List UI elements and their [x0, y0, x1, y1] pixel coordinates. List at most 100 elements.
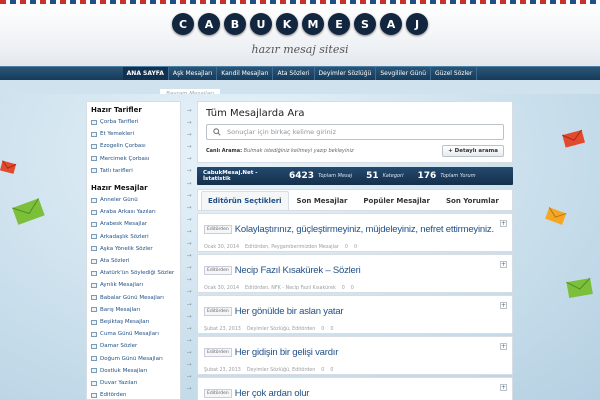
sidebar-link[interactable]: Ezogelin Çorbası: [91, 140, 176, 152]
logo-letter: B: [224, 13, 246, 35]
live-search-text: Bulmak istediğiniz kelimeyi yazıp bekley…: [243, 148, 354, 154]
search-input[interactable]: Sonuçlar için birkaç kelime giriniz: [206, 124, 504, 140]
sidebar-link-label: Damar Sözler: [100, 343, 138, 350]
nav-item[interactable]: Ata Sözleri: [273, 67, 315, 80]
detailed-search-button[interactable]: + Detaylı arama: [442, 145, 504, 157]
expand-icon[interactable]: +: [500, 220, 507, 227]
post-badge[interactable]: Editörden: [204, 225, 232, 234]
post-title[interactable]: Necip Fazıl Kısakürek – Sözleri: [235, 265, 361, 276]
post-categories[interactable]: Deyimler Sözlüğü, Editörden: [247, 327, 315, 332]
arrow-icon: →: [186, 119, 192, 127]
logo-letter: K: [276, 13, 298, 35]
post-comments[interactable]: 0: [351, 286, 354, 291]
post-categories[interactable]: Editörden, Peygamberimizden Mesajlar: [245, 245, 339, 250]
tab[interactable]: Son Yorumlar: [438, 197, 507, 210]
tab[interactable]: Editörün Seçtikleri: [201, 191, 289, 210]
sidebar-link[interactable]: Araba Arkası Yazıları: [91, 206, 176, 218]
list-bullet-icon: [91, 222, 97, 228]
sidebar-link[interactable]: Tatlı tarifleri: [91, 165, 176, 177]
expand-icon[interactable]: +: [500, 261, 507, 268]
sidebar-link[interactable]: Atatürk'ün Söylediği Sözler: [91, 267, 176, 279]
post-date: Ocak 30, 2014: [204, 286, 240, 291]
post-views: 0: [321, 368, 325, 373]
arrow-icon: →: [186, 276, 192, 284]
list-bullet-icon: [91, 246, 97, 252]
sidebar: Hazır Tarifler Çorba Tarifleri Et Yemekle…: [86, 101, 181, 400]
site-logo[interactable]: CABUKMESAJ: [0, 13, 600, 35]
sidebar-link-label: Et Yemekleri: [100, 131, 135, 138]
sidebar-link[interactable]: Beşiktaş Mesajları: [91, 316, 176, 328]
sidebar-link[interactable]: Arkadaşlık Sözleri: [91, 231, 176, 243]
post-badge[interactable]: Editörden: [204, 307, 232, 316]
nav-item[interactable]: Deyimler Sözlüğü: [315, 67, 377, 80]
list-bullet-icon: [91, 119, 97, 125]
nav-item[interactable]: ANA SAYFA: [122, 67, 169, 80]
list-bullet-icon: [91, 209, 97, 215]
sidebar-link[interactable]: Barış Mesajları: [91, 304, 176, 316]
stats-bar: CabukMesaj.Net - İstatistik 6423 Toplam …: [197, 167, 513, 185]
post-badge[interactable]: Editörden: [204, 348, 232, 357]
sidebar-link-label: Araba Arkası Yazıları: [100, 209, 156, 216]
nav-item[interactable]: Sevgililer Günü: [376, 67, 432, 80]
arrow-icon: →: [186, 131, 192, 139]
sidebar-link[interactable]: Ata Sözleri: [91, 255, 176, 267]
stats-categories-label: Kategori: [382, 173, 404, 179]
sidebar-link[interactable]: Ayrılık Mesajları: [91, 279, 176, 291]
post-date: Şubat 23, 2013: [204, 368, 241, 373]
post-title[interactable]: Kolaylaştırınız, güçleştirmeyiniz, müjde…: [235, 224, 494, 235]
post-title[interactable]: Her gidişin bir gelişi vardır: [235, 347, 339, 358]
post-title[interactable]: Her çok ardan olur: [235, 388, 310, 399]
tab[interactable]: Popüler Mesajlar: [355, 197, 438, 210]
post-badge[interactable]: Editörden: [204, 266, 232, 275]
list-bullet-icon: [91, 131, 97, 137]
content-tabs: Editörün Seçtikleri Son Mesajlar Popüler M…: [197, 189, 513, 211]
expand-icon[interactable]: +: [500, 302, 507, 309]
post-meta: Ocak 30, 2014 Editörden, Peygamberimizden…: [204, 245, 506, 250]
post-comments[interactable]: 0: [354, 245, 357, 250]
sidebar-link[interactable]: Anneler Günü: [91, 194, 176, 206]
post-categories[interactable]: Deyimler Sözlüğü, Editörden: [247, 368, 315, 373]
sidebar-link[interactable]: Babalar Günü Mesajları: [91, 292, 176, 304]
nav-item[interactable]: Kandil Mesajları: [217, 67, 274, 80]
arrow-icon: →: [186, 107, 192, 114]
sidebar-link-label: Arabesk Mesajlar: [100, 221, 148, 228]
list-bullet-icon: [91, 295, 97, 301]
post-item: Editörden Her gönülde bir aslan yatar + Şub…: [197, 295, 513, 334]
sidebar-link[interactable]: Editörden: [91, 389, 176, 399]
arrow-icon: →: [186, 348, 192, 356]
sidebar-link[interactable]: Cuma Günü Mesajları: [91, 328, 176, 340]
logo-letter: A: [198, 13, 220, 35]
sidebar-link[interactable]: Çorba Tarifleri: [91, 116, 176, 128]
sidebar-link[interactable]: Et Yemekleri: [91, 128, 176, 140]
tab[interactable]: Son Mesajlar: [289, 197, 356, 210]
post-item: Editörden Her çok ardan olur +: [197, 377, 513, 400]
sub-nav: Bayram Mesajları: [0, 80, 600, 99]
arrow-icon: →: [186, 215, 192, 223]
arrow-icon: →: [186, 191, 192, 199]
sidebar-link-label: Beşiktaş Mesajları: [100, 319, 150, 326]
main-nav: ANA SAYFA Aşk Mesajları Kandil Mesajları At…: [0, 66, 600, 80]
sidebar-link-label: Çorba Tarifleri: [100, 119, 139, 125]
post-comments[interactable]: 0: [330, 368, 333, 373]
sidebar-link[interactable]: Damar Sözler: [91, 340, 176, 352]
nav-item[interactable]: Güzel Sözler: [431, 67, 478, 80]
nav-item[interactable]: Aşk Mesajları: [169, 67, 218, 80]
sidebar-link[interactable]: Dostluk Mesajları: [91, 365, 176, 377]
post-comments[interactable]: 0: [330, 327, 333, 332]
sidebar-link-label: Ayrılık Mesajları: [100, 282, 144, 289]
stats-title: CabukMesaj.Net - İstatistik: [203, 170, 258, 182]
expand-icon[interactable]: +: [500, 384, 507, 391]
sidebar-link[interactable]: Duvar Yazıları: [91, 377, 176, 389]
list-bullet-icon: [91, 283, 97, 289]
sidebar-link[interactable]: Arabesk Mesajlar: [91, 218, 176, 230]
sidebar-link[interactable]: Doğum Günü Mesajları: [91, 353, 176, 365]
expand-icon[interactable]: +: [500, 343, 507, 350]
sidebar-section-title-messages: Hazır Mesajlar: [91, 184, 148, 193]
sidebar-link[interactable]: Mercimek Çorbası: [91, 153, 176, 165]
post-title[interactable]: Her gönülde bir aslan yatar: [235, 306, 344, 317]
post-categories[interactable]: Editörden, NFK - Necip Fazıl Kısakürek: [245, 286, 336, 291]
logo-letter: C: [172, 13, 194, 35]
arrow-icon: →: [186, 300, 192, 308]
sidebar-link[interactable]: Aşka Yönelik Sözler: [91, 243, 176, 255]
post-badge[interactable]: Editörden: [204, 389, 232, 398]
